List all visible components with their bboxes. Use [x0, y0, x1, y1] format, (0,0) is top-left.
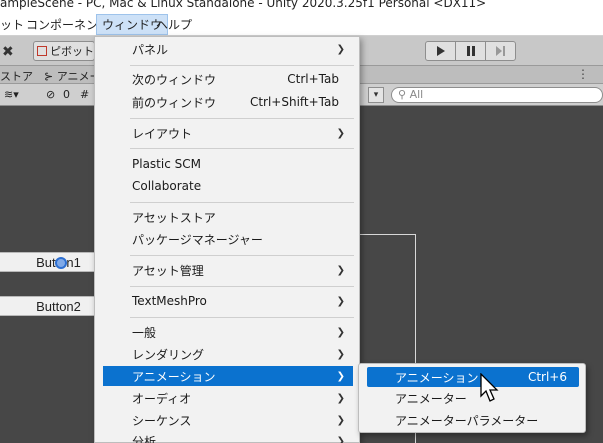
kebab-menu-icon[interactable]: ⋮ [577, 67, 589, 81]
menu-item-next-window[interactable]: 次のウィンドウ Ctrl+Tab [103, 69, 353, 89]
step-button[interactable] [485, 41, 516, 61]
search-placeholder: All [409, 88, 424, 101]
menu-item-collaborate[interactable]: Collaborate [103, 176, 353, 196]
menu-item-label: 前のウィンドウ [132, 95, 217, 110]
menu-item-label: 次のウィンドウ [132, 72, 217, 87]
menu-item-label: 分析 [132, 434, 157, 443]
chevron-right-icon: ❯ [336, 392, 345, 404]
menu-item-audio[interactable]: オーディオ ❯ [103, 388, 353, 408]
pivot-toggle-button[interactable]: ピボット [33, 41, 95, 61]
pivot-label: ピボット [50, 45, 94, 58]
menu-item-label: TextMeshPro [132, 294, 207, 308]
menu-item-shortcut: Ctrl+Shift+Tab [249, 95, 339, 109]
menu-item-label: Collaborate [132, 179, 202, 193]
transform-gizmo-icon[interactable] [55, 257, 67, 269]
mouse-cursor-icon [480, 373, 499, 402]
pause-button[interactable] [455, 41, 486, 61]
chevron-right-icon: ❯ [336, 370, 345, 382]
menu-item-label: Plastic SCM [132, 157, 201, 171]
menu-item-label: パッケージマネージャー [132, 232, 263, 247]
playback-controls [425, 41, 516, 61]
menu-item-panels[interactable]: パネル ❯ [103, 39, 353, 59]
menu-item-label: パネル [132, 42, 169, 57]
submenu-item-animation[interactable]: アニメーション Ctrl+6 [367, 367, 579, 387]
menu-item-plastic-scm[interactable]: Plastic SCM [103, 154, 353, 174]
chevron-right-icon: ❯ [336, 264, 345, 276]
step-icon [495, 46, 505, 56]
chevron-right-icon: ❯ [336, 435, 345, 443]
hierarchy-search-input[interactable]: ⚲ All [391, 87, 603, 103]
play-button[interactable] [425, 41, 456, 61]
animation-submenu: アニメーション Ctrl+6 アニメーター アニメーターパラメーター [358, 363, 586, 433]
chevron-right-icon: ❯ [336, 348, 345, 360]
submenu-item-label: アニメーション [395, 370, 479, 385]
animator-tab-icon: ⊱ [44, 70, 57, 83]
window-menu-dropdown: パネル ❯ 次のウィンドウ Ctrl+Tab 前のウィンドウ Ctrl+Shif… [94, 36, 360, 443]
hidden-layers-icon[interactable]: ⊘ [46, 88, 55, 101]
menu-separator [130, 65, 354, 66]
menu-separator [130, 255, 354, 256]
chevron-right-icon: ❯ [336, 414, 345, 426]
menu-item-label: アセットストア [132, 210, 216, 225]
menu-item-sequence[interactable]: シーケンス ❯ [103, 410, 353, 430]
chevron-right-icon: ❯ [336, 295, 345, 307]
menu-separator [130, 202, 354, 203]
menu-item-asset-store[interactable]: アセットストア [103, 207, 353, 227]
menu-separator [130, 148, 354, 149]
menu-item-shortcut: Ctrl+Tab [287, 72, 339, 86]
menu-item-label: 一般 [132, 325, 157, 340]
window-title: ampleScene - PC, Mac & Linux Standalone … [0, 0, 487, 10]
menu-item-label: レイアウト [132, 126, 193, 141]
submenu-item-animator[interactable]: アニメーター [367, 388, 579, 408]
menu-item-textmeshpro[interactable]: TextMeshPro ❯ [103, 291, 353, 311]
menu-item-rendering[interactable]: レンダリング ❯ [103, 344, 353, 364]
gizmo-layers-icon[interactable]: ≋▾ [4, 88, 19, 101]
submenu-item-animator-parameter[interactable]: アニメーターパラメーター [367, 410, 579, 430]
chevron-right-icon: ❯ [336, 43, 345, 55]
menu-item-animation[interactable]: アニメーション ❯ [103, 366, 353, 386]
menu-help[interactable]: ヘルプ [156, 16, 192, 33]
menu-item-label: オーディオ [132, 391, 192, 406]
menu-item-layout[interactable]: レイアウト ❯ [103, 123, 353, 143]
tab-asset-store[interactable]: ストア [0, 68, 33, 84]
pivot-icon [37, 46, 47, 56]
tools-icon[interactable]: ✖ [2, 44, 14, 60]
play-icon [436, 46, 445, 56]
chevron-right-icon: ❯ [336, 127, 345, 139]
menu-item-asset-management[interactable]: アセット管理 ❯ [103, 260, 353, 280]
pause-icon [466, 46, 475, 56]
menu-separator [130, 118, 354, 119]
menu-item-analysis[interactable]: 分析 ❯ [103, 431, 353, 443]
menu-item-package-manager[interactable]: パッケージマネージャー [103, 229, 353, 249]
grid-icon[interactable]: # [80, 88, 89, 101]
title-bar: ampleScene - PC, Mac & Linux Standalone … [0, 0, 603, 12]
tab-animator[interactable]: ⊱ アニメー [44, 68, 101, 84]
menu-item-general[interactable]: 一般 ❯ [103, 322, 353, 342]
submenu-item-label: アニメーター [395, 391, 467, 406]
search-mode-dropdown[interactable]: ▾ [368, 87, 384, 103]
menu-item-prev-window[interactable]: 前のウィンドウ Ctrl+Shift+Tab [103, 92, 353, 112]
hidden-layers-count: 0 [63, 88, 70, 101]
menu-bar: ット コンポーネント ウィンドウ ヘルプ [0, 12, 603, 36]
menu-item-label: アセット管理 [132, 263, 204, 278]
submenu-item-label: アニメーターパラメーター [395, 413, 539, 428]
search-icon: ⚲ [398, 88, 410, 101]
menu-item-label: アニメーション [132, 369, 216, 384]
menu-separator [130, 317, 354, 318]
submenu-item-shortcut: Ctrl+6 [527, 370, 567, 384]
menu-edit[interactable]: ット [0, 16, 24, 33]
menu-separator [130, 286, 354, 287]
chevron-right-icon: ❯ [336, 326, 345, 338]
menu-item-label: レンダリング [132, 347, 205, 362]
menu-item-label: シーケンス [132, 413, 192, 428]
